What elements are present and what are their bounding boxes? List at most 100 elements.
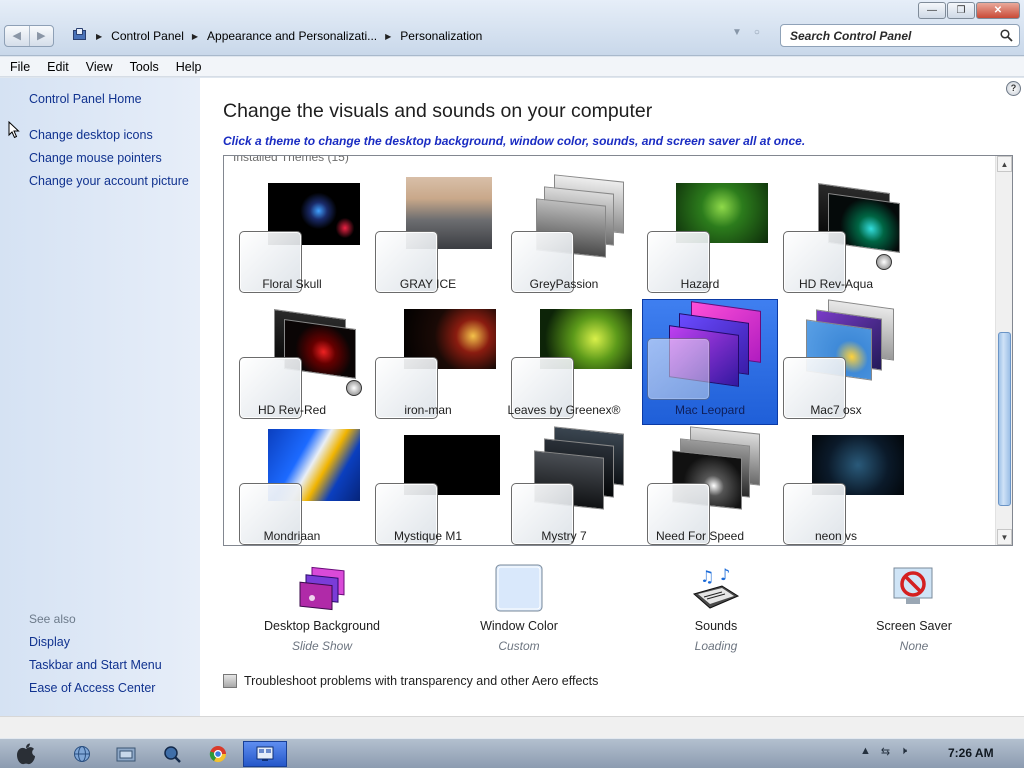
menu-bar: File Edit View Tools Help — [0, 57, 1024, 77]
theme-label: Mystry 7 — [541, 529, 587, 543]
themes-list: Installed Themes (15) Floral Skull GRAY … — [223, 155, 1013, 546]
search-icon[interactable] — [1000, 29, 1013, 42]
search-box — [780, 24, 1020, 47]
mouse-cursor-icon — [8, 121, 20, 139]
theme-label: Mac7 osx — [810, 403, 862, 417]
breadcrumb-appearance[interactable]: Appearance and Personalizati... — [207, 29, 377, 43]
theme-hd-rev-aqua[interactable]: HD Rev-Aqua — [768, 176, 904, 302]
clock[interactable]: 7:26 AM — [948, 746, 994, 760]
themes-scrollbar[interactable]: ▲ ▼ — [995, 156, 1012, 545]
menu-view[interactable]: View — [86, 60, 113, 74]
theme-mystry-7[interactable]: Mystry 7 — [496, 426, 632, 545]
setting-value: None — [899, 639, 929, 653]
setting-value: Custom — [498, 639, 540, 653]
theme-greypassion[interactable]: GreyPassion — [496, 174, 632, 302]
taskbar-start-menu-link[interactable]: Taskbar and Start Menu — [29, 658, 162, 672]
system-tray: ▲ ⇆ 🕨 — [860, 745, 907, 758]
maximize-button[interactable]: ❐ — [947, 2, 975, 19]
theme-label: Mac Leopard — [674, 403, 746, 417]
window-color-swatch — [647, 338, 710, 400]
window-color-icon — [495, 564, 543, 612]
installed-themes-label: Installed Themes (15) — [233, 155, 349, 164]
window-color-setting[interactable]: Window Color Custom — [439, 564, 599, 656]
screen-saver-setting[interactable]: Screen Saver None — [834, 564, 994, 656]
show-hidden-icons-icon[interactable]: ▲ — [860, 745, 871, 758]
troubleshoot-link[interactable]: Troubleshoot problems with transparency … — [223, 674, 598, 688]
globe-icon — [74, 746, 90, 762]
theme-gray-ice[interactable]: GRAY ICE — [360, 176, 496, 302]
control-panel-icon — [72, 28, 88, 43]
control-panel-home-link[interactable]: Control Panel Home — [29, 92, 142, 106]
forward-button[interactable]: ▶ — [28, 26, 54, 46]
taskbar-chrome-button[interactable] — [198, 741, 238, 767]
help-icon[interactable]: ? — [1006, 81, 1021, 96]
change-desktop-icons-link[interactable]: Change desktop icons — [29, 128, 153, 142]
minimize-button[interactable]: — — [918, 2, 946, 19]
close-button[interactable]: ✕ — [976, 2, 1020, 19]
svg-text:♫: ♫ — [700, 567, 714, 586]
page-title: Change the visuals and sounds on your co… — [223, 100, 653, 122]
theme-leaves-by-greenex[interactable]: Leaves by Greenex® — [496, 302, 632, 428]
theme-label: HD Rev-Aqua — [798, 277, 874, 291]
change-account-picture-link[interactable]: Change your account picture — [29, 174, 189, 188]
taskbar: ▲ ⇆ 🕨 7:26 AM — [0, 738, 1024, 768]
sounds-setting[interactable]: ♫ ♪ Sounds Loading — [636, 564, 796, 656]
window-controls: — ❐ ✕ — [917, 2, 1020, 19]
menu-help[interactable]: Help — [176, 60, 202, 74]
dropdown-icon[interactable]: ▼ — [732, 27, 742, 45]
theme-mac-leopard[interactable]: Mac Leopard — [642, 299, 778, 425]
theme-label: Hazard — [680, 277, 720, 291]
sounds-icon: ♫ ♪ — [692, 565, 740, 609]
theme-hazard[interactable]: Hazard — [632, 176, 768, 302]
theme-mondriaan[interactable]: Mondriaan — [224, 428, 360, 545]
theme-hd-rev-red[interactable]: HD Rev-Red — [224, 302, 362, 428]
ease-of-access-link[interactable]: Ease of Access Center — [29, 681, 155, 695]
volume-muted-icon[interactable]: 🕨 — [900, 745, 907, 758]
scroll-thumb[interactable] — [998, 332, 1011, 506]
menu-tools[interactable]: Tools — [130, 60, 159, 74]
theme-label: GreyPassion — [529, 277, 599, 291]
scroll-down-icon[interactable]: ▼ — [997, 529, 1012, 545]
theme-label: iron-man — [404, 403, 452, 417]
theme-mystique-m1[interactable]: Mystique M1 — [360, 428, 500, 545]
back-button[interactable]: ◀ — [5, 26, 29, 46]
theme-label: Floral Skull — [262, 277, 322, 291]
breadcrumb-personalization[interactable]: Personalization — [400, 29, 482, 43]
theme-floral-skull[interactable]: Floral Skull — [224, 176, 360, 302]
start-button[interactable] — [8, 741, 44, 767]
setting-label: Window Color — [480, 619, 558, 633]
theme-neon-vs[interactable]: neon vs — [768, 428, 904, 545]
chevron-right-icon[interactable]: ▶ — [192, 32, 198, 41]
magnifier-icon — [164, 746, 181, 763]
theme-mac7-osx[interactable]: Mac7 osx — [768, 299, 904, 428]
change-mouse-pointers-link[interactable]: Change mouse pointers — [29, 151, 162, 165]
desktop-background-icon — [299, 566, 345, 611]
scroll-up-icon[interactable]: ▲ — [997, 156, 1012, 172]
menu-edit[interactable]: Edit — [47, 60, 69, 74]
taskbar-browser-button[interactable] — [62, 741, 102, 767]
taskbar-search-button[interactable] — [152, 741, 192, 767]
menu-file[interactable]: File — [10, 60, 30, 74]
search-input[interactable] — [790, 28, 995, 43]
theme-iron-man[interactable]: iron-man — [360, 302, 496, 428]
taskbar-explorer-button[interactable] — [106, 741, 146, 767]
troubleshoot-label: Troubleshoot problems with transparency … — [244, 674, 599, 688]
network-icon[interactable]: ⇆ — [881, 745, 890, 758]
svg-text:♪: ♪ — [720, 565, 730, 584]
setting-label: Screen Saver — [876, 619, 952, 633]
page-subtitle: Click a theme to change the desktop back… — [223, 134, 806, 148]
display-link[interactable]: Display — [29, 635, 70, 649]
chevron-right-icon[interactable]: ▶ — [96, 32, 102, 41]
control-panel-icon — [256, 746, 274, 761]
breadcrumb-control-panel[interactable]: Control Panel — [111, 29, 184, 43]
setting-value: Loading — [694, 639, 738, 653]
refresh-icon[interactable]: ○ — [754, 27, 760, 45]
theme-need-for-speed[interactable]: Need For Speed — [632, 426, 768, 545]
troubleshoot-icon — [223, 674, 237, 688]
desktop-background-setting[interactable]: Desktop Background Slide Show — [242, 564, 402, 656]
theme-label: HD Rev-Red — [257, 403, 326, 417]
folder-icon — [116, 747, 136, 762]
taskbar-control-panel-button[interactable] — [243, 741, 287, 767]
chevron-right-icon[interactable]: ▶ — [385, 32, 391, 41]
chrome-icon — [209, 746, 227, 763]
